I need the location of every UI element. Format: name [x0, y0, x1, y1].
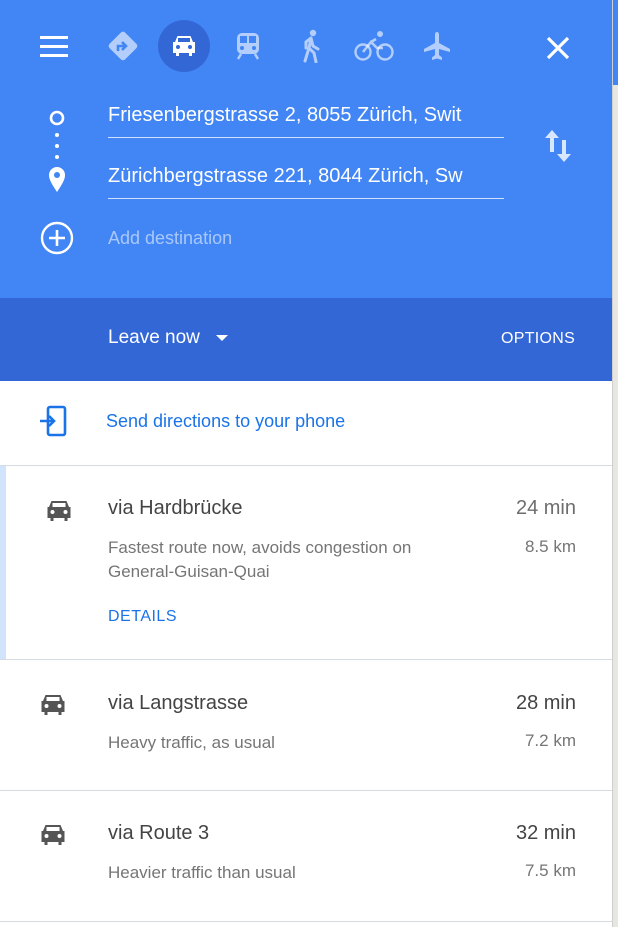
- route-name: via Route 3: [108, 822, 210, 844]
- car-icon: [38, 692, 68, 723]
- details-link[interactable]: DETAILS: [108, 608, 177, 626]
- close-icon[interactable]: [540, 30, 576, 66]
- send-to-phone-icon: [38, 404, 68, 443]
- car-icon: [38, 822, 68, 853]
- route-distance: 8.5 km: [524, 537, 576, 556]
- add-destination-input[interactable]: Add destination: [108, 228, 232, 249]
- car-icon: [44, 498, 74, 529]
- walking-icon[interactable]: [285, 20, 337, 72]
- divider: [0, 921, 612, 922]
- route-distance: 7.5 km: [524, 861, 576, 880]
- directions-panel: Friesenbergstrasse 2, 8055 Zürich, Swit …: [0, 0, 612, 927]
- route-option[interactable]: via Route 3 32 min Heavier traffic than …: [0, 791, 612, 921]
- chevron-down-icon: [215, 334, 228, 341]
- map-top-edge: [613, 0, 618, 85]
- destination-input[interactable]: Zürichbergstrasse 221, 8044 Zürich, Sw: [108, 158, 504, 199]
- route-name: via Langstrasse: [108, 692, 249, 714]
- destination-pin-icon: [49, 167, 65, 192]
- directions-header: Friesenbergstrasse 2, 8055 Zürich, Swit …: [0, 0, 612, 298]
- cycling-icon[interactable]: [348, 20, 400, 72]
- timing-bar: Leave now OPTIONS: [0, 298, 612, 381]
- waypoint-icons: [40, 108, 74, 268]
- route-description: Heavy traffic, as usual: [108, 733, 275, 752]
- options-button[interactable]: OPTIONS: [501, 330, 575, 348]
- send-directions-button[interactable]: Send directions to your phone: [0, 381, 612, 465]
- flight-icon[interactable]: [411, 20, 463, 72]
- route-description: Fastest route now, avoids congestion on …: [108, 538, 412, 581]
- driving-icon[interactable]: [158, 20, 210, 72]
- hamburger-menu-icon[interactable]: [40, 36, 68, 58]
- route-duration: 32 min: [515, 822, 576, 844]
- route-distance: 7.2 km: [524, 731, 576, 750]
- transit-icon[interactable]: [222, 20, 274, 72]
- route-option[interactable]: via Hardbrücke 24 min Fastest route now,…: [0, 466, 612, 659]
- origin-circle-icon: [49, 110, 65, 126]
- route-option[interactable]: via Langstrasse 28 min Heavy traffic, as…: [0, 660, 612, 790]
- route-description: Heavier traffic than usual: [108, 863, 296, 882]
- leave-now-dropdown[interactable]: Leave now: [108, 327, 228, 349]
- route-duration: 28 min: [515, 692, 576, 714]
- best-route-icon[interactable]: [97, 20, 149, 72]
- origin-input[interactable]: Friesenbergstrasse 2, 8055 Zürich, Swit: [108, 97, 504, 138]
- leave-now-label: Leave now: [108, 327, 200, 348]
- swap-icon[interactable]: [542, 128, 574, 164]
- route-duration: 24 min: [515, 497, 576, 519]
- send-directions-label: Send directions to your phone: [106, 411, 346, 431]
- route-name: via Hardbrücke: [108, 497, 243, 519]
- map-edge[interactable]: [612, 0, 618, 927]
